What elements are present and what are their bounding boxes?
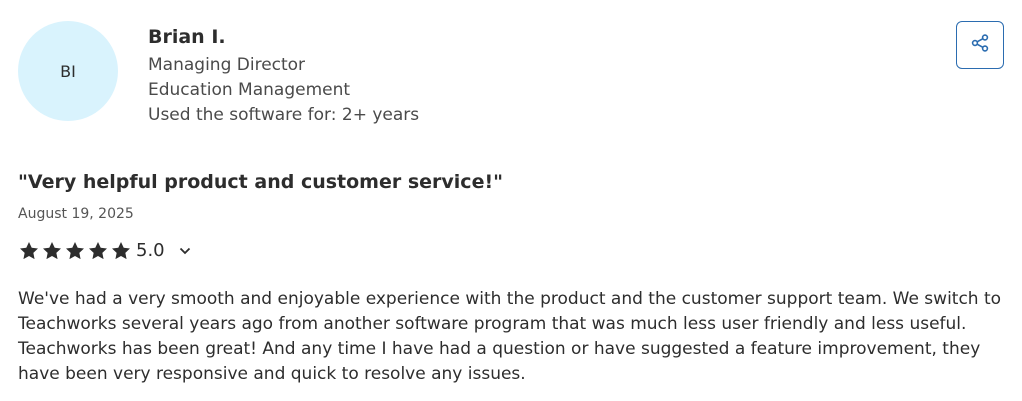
reviewer-industry: Education Management [148,80,351,100]
rating-details-toggle[interactable] [177,243,193,259]
reviewer-role: Managing Director [148,55,306,75]
rating: 5.0 [18,239,193,263]
review-body: We've had a very smooth and enjoyable ex… [18,289,1002,384]
chevron-down-icon [179,247,190,255]
star-icon [66,242,84,260]
review-title: "Very helpful product and customer servi… [18,171,504,193]
star-icon [20,242,38,260]
reviewer-name: Brian I. [148,26,226,48]
avatar: BI [18,21,118,121]
star-icon [112,242,130,260]
rating-value: 5.0 [136,240,165,261]
reviewer-info: Brian I. Managing Director Education Man… [148,26,419,128]
share-icon [970,33,990,57]
share-button[interactable] [956,21,1004,69]
star-icon [43,242,61,260]
star-icon [89,242,107,260]
review-card: BI Brian I. Managing Director Education … [0,0,1022,401]
avatar-initials: BI [60,61,76,81]
review-date: August 19, 2025 [18,206,134,222]
reviewer-usage: Used the software for: 2+ years [148,105,420,125]
star-rating [18,240,132,262]
